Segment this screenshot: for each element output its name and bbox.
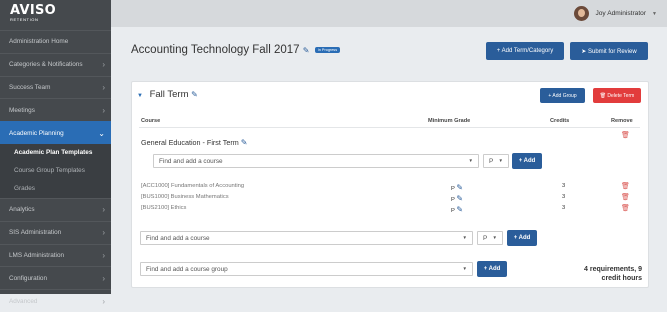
logo-subtext: RETENTION bbox=[10, 17, 39, 22]
add-term-category-button[interactable]: + Add Term/Category bbox=[486, 42, 564, 60]
caret-down-icon[interactable]: ▼ bbox=[652, 11, 657, 17]
divider bbox=[139, 127, 640, 128]
edit-pencil-icon[interactable]: ✎ bbox=[303, 46, 310, 55]
course-credits: 3 bbox=[562, 194, 566, 200]
header-credits: Credits bbox=[550, 118, 570, 124]
sidebar-item-success-team[interactable]: Success Team › bbox=[0, 75, 111, 99]
course-credits: 3 bbox=[562, 205, 566, 211]
add-group-button[interactable]: + Add Group bbox=[540, 88, 585, 103]
group-title-text: General Education - First Term bbox=[141, 138, 239, 147]
collapse-arrow-icon[interactable]: ▼ bbox=[137, 93, 143, 99]
edit-pencil-icon[interactable]: ✎ bbox=[241, 138, 248, 147]
term-add-course-button[interactable]: + Add bbox=[507, 230, 537, 246]
list-item-course-name: [ACC1000] Fundamentals of Accounting bbox=[141, 183, 245, 189]
sidebar-item-meetings[interactable]: Meetings › bbox=[0, 98, 111, 121]
sidebar-item-sis-administration[interactable]: SIS Administration › bbox=[0, 220, 111, 244]
term-title: ▼ Fall Term ✎ bbox=[137, 89, 198, 100]
sidebar-item-analytics[interactable]: Analytics › bbox=[0, 197, 111, 221]
group-add-button[interactable]: + Add bbox=[512, 153, 542, 169]
sidebar-subitem-grades[interactable]: Grades bbox=[0, 179, 111, 198]
chevron-right-icon: › bbox=[102, 82, 105, 92]
header-course: Course bbox=[141, 118, 161, 124]
status-badge: In Progress bbox=[314, 46, 341, 53]
aviso-logo[interactable]: AVISO RETENTION bbox=[0, 0, 111, 30]
course-grade[interactable]: P ✎ bbox=[451, 194, 463, 203]
sidebar-item-lms-administration[interactable]: LMS Administration › bbox=[0, 243, 111, 267]
header-minimum-grade: Minimum Grade bbox=[428, 118, 471, 124]
trash-icon[interactable]: 🗑 bbox=[621, 182, 630, 190]
chevron-right-icon: › bbox=[102, 296, 105, 306]
group-title: General Education - First Term ✎ bbox=[141, 138, 247, 147]
page-title-text: Accounting Technology Fall 2017 bbox=[131, 44, 300, 56]
sidebar: AVISO RETENTION Administration Home Cate… bbox=[0, 0, 111, 306]
header-remove: Remove bbox=[611, 118, 633, 124]
course-grade[interactable]: P ✎ bbox=[451, 183, 463, 192]
page-title: Accounting Technology Fall 2017 ✎ In Pro… bbox=[131, 44, 341, 56]
dropdown-arrow-icon: ▼ bbox=[498, 158, 503, 163]
sidebar-item-advanced[interactable]: Advanced › bbox=[0, 289, 111, 312]
chevron-right-icon: › bbox=[102, 250, 105, 260]
edit-pencil-icon[interactable]: ✎ bbox=[191, 90, 198, 99]
dropdown-arrow-icon: ▼ bbox=[492, 235, 497, 240]
term-grade-select[interactable]: P ▼ bbox=[477, 231, 503, 245]
term-course-search-input[interactable]: Find and add a course ▼ bbox=[140, 231, 473, 245]
course-group-search-input[interactable]: Find and add a course group ▼ bbox=[140, 262, 473, 276]
requirements-summary: 4 requirements, 9 credit hours bbox=[584, 266, 642, 282]
chevron-right-icon: › bbox=[102, 105, 105, 115]
sidebar-item-configuration[interactable]: Configuration › bbox=[0, 266, 111, 289]
delete-term-button[interactable]: 🗑 Delete Term bbox=[593, 88, 641, 103]
chevron-right-icon: › bbox=[102, 205, 105, 215]
dropdown-arrow-icon: ▼ bbox=[462, 235, 467, 240]
edit-pencil-icon[interactable]: ✎ bbox=[456, 205, 463, 214]
sidebar-item-categories-notifications[interactable]: Categories & Notifications › bbox=[0, 52, 111, 76]
term-title-text: Fall Term bbox=[149, 89, 189, 100]
trash-icon[interactable]: 🗑 bbox=[621, 131, 630, 139]
sidebar-item-administration-home[interactable]: Administration Home bbox=[0, 30, 111, 53]
avatar[interactable] bbox=[574, 6, 590, 21]
trash-icon[interactable]: 🗑 bbox=[621, 204, 630, 212]
trash-icon[interactable]: 🗑 bbox=[621, 193, 630, 201]
dropdown-arrow-icon: ▼ bbox=[468, 158, 473, 163]
list-item-course-name: [BUS1000] Business Mathematics bbox=[141, 194, 229, 200]
chevron-right-icon: › bbox=[102, 228, 105, 238]
sidebar-subitem-academic-plan-templates[interactable]: Academic Plan Templates bbox=[0, 143, 111, 162]
edit-pencil-icon[interactable]: ✎ bbox=[456, 183, 463, 192]
chevron-right-icon: › bbox=[102, 60, 105, 70]
sidebar-item-academic-planning[interactable]: Academic Planning ⌄ bbox=[0, 121, 111, 144]
add-course-group-button[interactable]: + Add bbox=[477, 261, 507, 277]
course-credits: 3 bbox=[562, 183, 566, 189]
logo-text: AVISO bbox=[10, 3, 56, 18]
chevron-down-icon: ⌄ bbox=[98, 128, 105, 138]
user-name[interactable]: Joy Administrator bbox=[595, 10, 646, 17]
course-grade[interactable]: P ✎ bbox=[451, 205, 463, 214]
submit-for-review-button[interactable]: ➤ Submit for Review bbox=[570, 42, 648, 60]
list-item-course-name: [BUS2100] Ethics bbox=[141, 205, 187, 211]
sidebar-subitem-course-group-templates[interactable]: Course Group Templates bbox=[0, 161, 111, 180]
group-grade-select[interactable]: P ▼ bbox=[483, 154, 509, 168]
chevron-right-icon: › bbox=[102, 273, 105, 283]
edit-pencil-icon[interactable]: ✎ bbox=[456, 194, 463, 203]
dropdown-arrow-icon: ▼ bbox=[462, 266, 467, 271]
top-bar: Joy Administrator ▼ bbox=[111, 0, 667, 27]
group-course-search-input[interactable]: Find and add a course ▼ bbox=[153, 154, 479, 168]
